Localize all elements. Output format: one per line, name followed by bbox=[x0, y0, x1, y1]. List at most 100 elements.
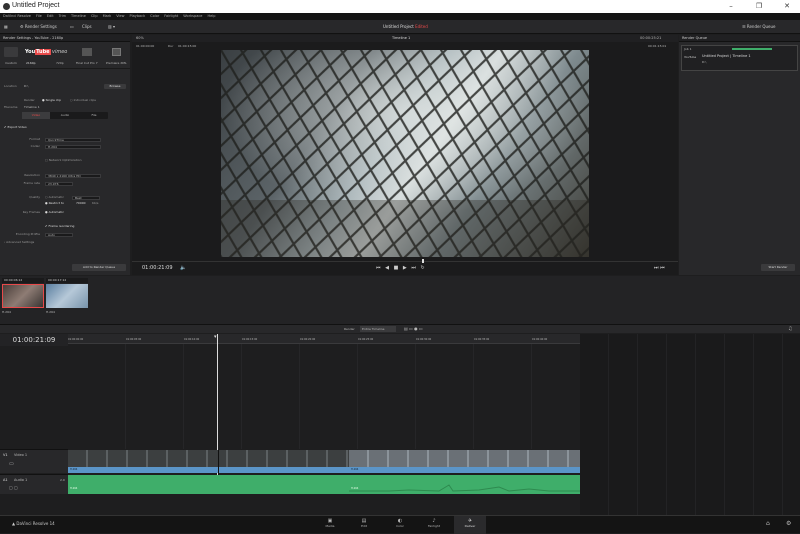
viewer-header: 60% Timeline 1 00:00:25:21 bbox=[132, 35, 678, 42]
menu-item-edit[interactable]: Edit bbox=[47, 14, 54, 18]
menu-item-trim[interactable]: Trim bbox=[59, 14, 66, 18]
page-color[interactable]: ◐ Color bbox=[388, 518, 412, 532]
vimeo-preset-icon[interactable]: vimeo bbox=[52, 49, 67, 55]
toggle-icon[interactable]: ▭ bbox=[70, 23, 74, 31]
ruler-tick: 01:00:30:00 bbox=[416, 338, 432, 341]
playhead-marker-icon[interactable]: ▾ bbox=[214, 334, 217, 340]
audio-track-name: Audio 1 bbox=[14, 478, 28, 482]
clip-1-tc: 00:00:06:12 bbox=[2, 278, 44, 283]
timeline-toolbar: Render Entire Timeline ▤ ▭ ● ▭ ♫ bbox=[0, 324, 800, 333]
media-pool-icon[interactable]: ▥ ▾ bbox=[108, 23, 115, 31]
loop-icon[interactable]: ↻ bbox=[420, 265, 424, 271]
clip-1-thumbnail[interactable] bbox=[2, 284, 44, 308]
browse-button[interactable]: Browse bbox=[104, 84, 126, 89]
render-queue-button[interactable]: ☰ Render Queue bbox=[742, 23, 776, 31]
menu-item-workspace[interactable]: Workspace bbox=[183, 14, 202, 18]
settings-icon[interactable]: ⚙ bbox=[786, 520, 791, 527]
minimize-button[interactable]: – bbox=[724, 1, 738, 12]
video-clip-1[interactable]: H.264 bbox=[68, 467, 349, 473]
restrict-radio[interactable]: ● Restrict to bbox=[45, 201, 64, 206]
video-clip-2-thumbs[interactable] bbox=[349, 450, 580, 467]
menu-item-clip[interactable]: Clip bbox=[91, 14, 98, 18]
v1-label: V1 bbox=[3, 453, 8, 457]
tab-video[interactable]: Video bbox=[22, 112, 50, 119]
render-job[interactable]: Job 1 YouTube Untitled Project | Timelin… bbox=[681, 45, 798, 71]
scrubber-playhead[interactable] bbox=[422, 259, 424, 263]
preset-label: Premiere XML bbox=[106, 61, 127, 65]
page-edit[interactable]: ▤ Edit bbox=[352, 518, 376, 532]
single-clip-radio[interactable]: ● Single clip bbox=[42, 98, 61, 103]
quality-row: Quality ○ Automatic Best bbox=[0, 195, 130, 200]
clips-button[interactable]: Clips bbox=[82, 23, 92, 31]
render-settings-button[interactable]: ⚙ Render Settings bbox=[20, 23, 57, 31]
stop-icon[interactable]: ■ bbox=[394, 265, 399, 271]
premiere-preset-icon[interactable] bbox=[112, 48, 121, 56]
codec-select[interactable]: H.264 bbox=[45, 144, 101, 149]
fcp-preset-icon[interactable] bbox=[82, 48, 92, 56]
close-button[interactable]: ✕ bbox=[780, 1, 794, 12]
advanced-row: › Advanced Settings bbox=[0, 240, 130, 245]
scrubber-track[interactable] bbox=[132, 261, 678, 262]
menu-item-color[interactable]: Color bbox=[150, 14, 159, 18]
location-input[interactable]: D:\ bbox=[24, 84, 28, 89]
timeline-view-icon[interactable]: ▤ ▭ ● ▭ bbox=[404, 326, 423, 331]
play-icon[interactable]: ▶ bbox=[403, 265, 407, 271]
go-to-end-icon[interactable]: ⏭ bbox=[411, 265, 416, 271]
maximize-button[interactable]: ❐ bbox=[752, 1, 766, 12]
timeline-ruler[interactable]: 01:00:00:00 01:00:05:00 01:00:10:00 01:0… bbox=[68, 334, 580, 344]
format-row: Format QuickTime bbox=[0, 137, 130, 142]
individual-clips-radio[interactable]: ○ Individual clips bbox=[70, 98, 96, 103]
timecode-right: 00:00:25:21 bbox=[640, 36, 662, 40]
panel-toggle-icon[interactable]: ▦ bbox=[4, 23, 8, 31]
menu-item-help[interactable]: Help bbox=[207, 14, 215, 18]
menu-item-timeline[interactable]: Timeline bbox=[71, 14, 86, 18]
encoding-select[interactable]: Auto bbox=[45, 232, 73, 237]
quality-select[interactable]: Best bbox=[72, 195, 100, 200]
tab-audio[interactable]: Audio bbox=[51, 112, 79, 119]
custom-preset-icon[interactable] bbox=[4, 47, 18, 57]
menu-item-fairlight[interactable]: Fairlight bbox=[164, 14, 178, 18]
page-media[interactable]: ▣ Media bbox=[318, 518, 342, 532]
format-select[interactable]: QuickTime bbox=[45, 137, 101, 142]
kf-auto-radio[interactable]: ● Automatic bbox=[45, 210, 64, 215]
volume-icon[interactable]: 🔈 bbox=[180, 265, 186, 271]
resolution-label: Resolution bbox=[24, 173, 40, 177]
clip-2-thumbnail[interactable] bbox=[46, 284, 88, 308]
frame-reorder-checkbox[interactable]: ✔ Frame reordering bbox=[45, 224, 74, 229]
filename-input[interactable]: Timeline 1 bbox=[24, 105, 40, 110]
resolution-select[interactable]: 3840 x 2160 Ultra HD bbox=[45, 173, 101, 178]
page-fairlight[interactable]: ♪ Fairlight bbox=[422, 518, 446, 532]
youtube-preset-icon[interactable]: YouTube bbox=[25, 49, 51, 56]
menu-item-app[interactable]: DaVinci Resolve bbox=[3, 14, 31, 18]
ruler-tick: 01:00:05:00 bbox=[126, 338, 142, 341]
audio-meter-icon[interactable]: ♫ bbox=[788, 326, 792, 332]
step-back-icon[interactable]: ◀ bbox=[385, 265, 389, 271]
add-to-render-queue-button[interactable]: Add to Render Queue bbox=[72, 264, 126, 271]
viewer-options-icon[interactable]: ⏭ ⏮ bbox=[654, 265, 665, 271]
video-monitor-icon[interactable]: ▭ bbox=[9, 461, 14, 467]
zoom-level[interactable]: 60% bbox=[136, 35, 144, 42]
restrict-row: ● Restrict to 70000 Kb/s bbox=[0, 201, 130, 206]
render-range-select[interactable]: Entire Timeline bbox=[360, 326, 396, 332]
restrict-value-input[interactable]: 70000 bbox=[76, 201, 86, 206]
page-deliver[interactable]: ✈ Deliver bbox=[454, 516, 486, 534]
audio-clip-1[interactable]: H.264 bbox=[68, 475, 349, 494]
ruler-tick: 01:00:15:00 bbox=[242, 338, 258, 341]
tab-file[interactable]: File bbox=[80, 112, 108, 119]
advanced-settings-toggle[interactable]: › Advanced Settings bbox=[4, 240, 34, 245]
go-to-start-icon[interactable]: ⏮ bbox=[376, 265, 381, 271]
audio-mute-solo-icons[interactable]: ▢ ▢ bbox=[9, 485, 18, 490]
start-render-button[interactable]: Start Render bbox=[761, 264, 795, 271]
export-video-checkbox[interactable]: ✔ Export Video bbox=[4, 125, 27, 130]
home-icon[interactable]: ⌂ bbox=[766, 520, 770, 527]
video-clip-2[interactable]: H.264 bbox=[349, 467, 580, 473]
network-opt-checkbox[interactable]: □ Network Optimization bbox=[45, 158, 81, 163]
job-thumb-icon: YouTube bbox=[684, 55, 697, 59]
framerate-select[interactable]: 23.976 bbox=[45, 181, 73, 186]
menu-item-playback[interactable]: Playback bbox=[130, 14, 146, 18]
menu-item-file[interactable]: File bbox=[36, 14, 42, 18]
quality-auto-radio[interactable]: ○ Automatic bbox=[45, 195, 64, 200]
menu-item-mark[interactable]: Mark bbox=[103, 14, 112, 18]
menu-item-view[interactable]: View bbox=[116, 14, 124, 18]
video-clip-1-thumbs[interactable] bbox=[68, 450, 349, 467]
